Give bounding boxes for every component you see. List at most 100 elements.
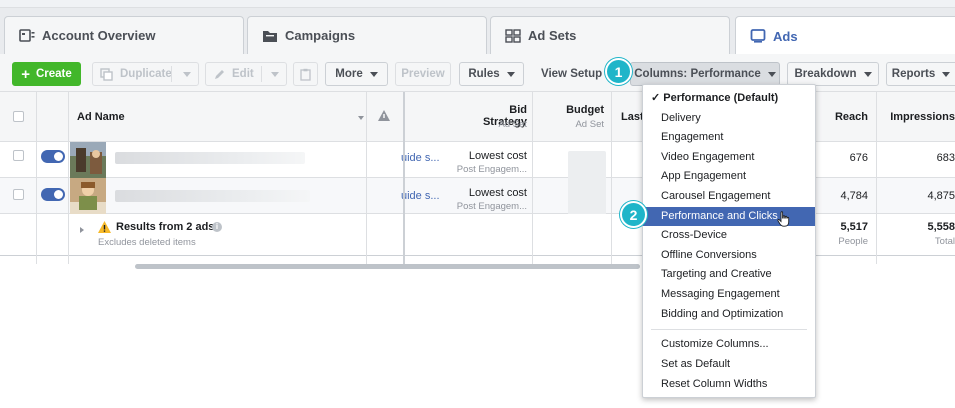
chevron-down-icon [863,71,872,77]
chevron-down-icon [506,71,515,77]
column-header-impressions[interactable]: Impressions [885,111,955,123]
horizontal-scrollbar[interactable] [135,264,640,269]
tab-ad-sets[interactable]: Ad Sets [490,16,730,54]
duplicate-button[interactable]: Duplicate [92,62,199,86]
preview-button[interactable]: Preview [395,62,451,86]
menu-item-reset-column-widths[interactable]: Reset Column Widths [643,375,815,394]
breakdown-button[interactable]: Breakdown [787,62,879,86]
info-icon[interactable]: i [212,222,222,232]
column-header-ad-name[interactable]: Ad Name [77,111,125,123]
tab-label: Campaigns [285,28,356,43]
edit-label: Edit [232,68,254,80]
chevron-down-icon [183,72,191,77]
column-header-last[interactable]: Last [621,111,644,123]
menu-item-delivery[interactable]: Delivery [643,109,815,128]
tab-label: Account Overview [42,28,156,43]
tab-label: Ad Sets [528,28,577,43]
reports-label: Reports [891,68,936,80]
menu-item-carousel-engagement[interactable]: Carousel Engagement [643,187,815,206]
menu-item-performance-default[interactable]: ✓ Performance (Default) [643,89,815,108]
ad-thumbnail[interactable] [70,178,106,214]
bid-strategy-value: Lowest cost [468,150,527,162]
duplicate-icon [100,67,113,81]
menu-item-cross-device[interactable]: Cross-Device [643,226,815,245]
reach-value: 4,784 [840,190,868,202]
reach-value: 676 [849,152,868,164]
tab-label: Ads [773,28,798,44]
ad-icon [750,29,766,43]
ad-set-link[interactable]: uide s... [401,152,440,164]
checkmark-icon: ✓ [651,92,661,104]
view-setup-link[interactable]: View Setup [541,68,602,80]
columns-dropdown-button[interactable]: Columns: Performance [630,62,780,86]
column-divider [611,92,612,264]
create-button[interactable]: + Create [12,62,81,86]
column-header-reach[interactable]: Reach [820,111,868,123]
column-divider [532,92,533,264]
tab-campaigns[interactable]: Campaigns [247,16,487,54]
select-all-checkbox[interactable] [13,111,24,122]
bid-strategy-value: Lowest cost [468,187,527,199]
menu-item-set-as-default[interactable]: Set as Default [643,355,815,374]
summary-title: Results from 2 ads [116,221,215,233]
hand-cursor-icon [777,211,790,227]
summary-impressions-unit: Total [934,236,955,247]
menu-item-bidding-and-optimization[interactable]: Bidding and Optimization [643,305,815,324]
rules-button[interactable]: Rules [459,62,524,86]
preview-label: Preview [401,68,445,80]
clipboard-button[interactable] [293,62,318,86]
rules-label: Rules [468,68,500,80]
summary-reach-unit: People [838,236,868,247]
row-checkbox[interactable] [13,189,24,200]
chevron-down-icon [369,71,378,77]
menu-item-offline-conversions[interactable]: Offline Conversions [643,246,815,265]
menu-item-app-engagement[interactable]: App Engagement [643,167,815,186]
clipboard-icon [300,68,311,81]
bid-strategy-subvalue: Post Engagem... [456,164,527,175]
column-header-budget[interactable]: Budget [550,104,604,116]
columns-dropdown-menu: ✓ Performance (Default) Delivery Engagem… [642,84,816,398]
summary-reach-value: 5,517 [840,221,868,233]
more-button[interactable]: More [325,62,388,86]
menu-item-video-engagement[interactable]: Video Engagement [643,148,815,167]
sort-caret-icon[interactable] [358,116,364,120]
create-label: Create [35,68,72,80]
expand-arrow-icon[interactable] [80,227,84,233]
row-checkbox[interactable] [13,150,24,161]
tab-ads[interactable]: Ads [735,16,955,55]
breakdown-label: Breakdown [794,68,857,80]
reports-button[interactable]: Reports [886,62,955,86]
ad-set-link[interactable]: uide s... [401,190,440,202]
column-divider [68,92,69,264]
step-badge-1: 1 [605,58,632,85]
edit-button[interactable]: Edit [205,62,287,86]
menu-separator [651,329,807,330]
menu-item-targeting-and-creative[interactable]: Targeting and Creative [643,265,815,284]
menu-item-engagement[interactable]: Engagement [643,128,815,147]
duplicate-label: Duplicate [120,68,172,80]
impressions-value: 683 [936,152,955,164]
bid-strategy-subvalue: Post Engagem... [456,201,527,212]
tab-account-overview[interactable]: Account Overview [4,16,244,54]
summary-subtitle: Excludes deleted items [98,237,196,248]
ad-status-toggle[interactable] [41,150,65,163]
menu-item-customize-columns[interactable]: Customize Columns... [643,335,815,354]
ad-status-toggle[interactable] [41,188,65,201]
split-divider [171,66,172,82]
grid-icon [505,28,521,43]
split-divider [261,66,262,82]
frozen-column-divider [403,92,405,264]
ad-thumbnail[interactable] [70,142,106,178]
step-badge-2: 2 [620,201,647,228]
column-divider [36,92,37,264]
summary-impressions-value: 5,558 [927,221,955,233]
ad-name-redacted [115,190,310,202]
account-overview-icon [19,28,35,42]
chevron-down-icon [942,71,951,77]
columns-label: Columns: Performance [634,68,761,80]
menu-item-messaging-engagement[interactable]: Messaging Engagement [643,285,815,304]
pencil-icon [215,69,224,79]
warning-column-icon [378,110,390,121]
window-top-strip [0,0,955,8]
plus-icon: + [21,65,30,83]
